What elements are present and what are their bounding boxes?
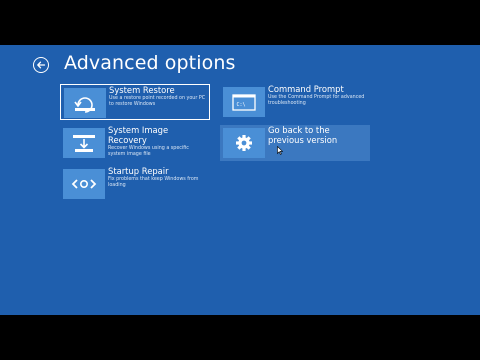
command-prompt-icon: C:\ (232, 94, 256, 111)
option-title: System Restore (109, 85, 175, 95)
startup-repair-icon (71, 179, 97, 189)
letterbox-bottom (0, 315, 480, 360)
back-button[interactable] (33, 57, 49, 73)
tile (63, 169, 105, 199)
tile: C:\ (223, 87, 265, 117)
option-go-back-previous-version[interactable]: Go back to the previous version (220, 125, 370, 161)
page-title: Advanced options (64, 52, 236, 74)
option-description: Recover Windows using a specific system … (108, 146, 189, 157)
option-title: Go back to the previous version (268, 125, 338, 145)
back-arrow-icon (37, 61, 46, 69)
gear-icon (236, 135, 252, 151)
option-startup-repair[interactable]: Startup Repair Fix problems that keep Wi… (60, 166, 210, 202)
option-system-restore[interactable]: System Restore Use a restore point recor… (60, 84, 210, 120)
system-image-recovery-icon (73, 135, 95, 152)
advanced-options-screen: Advanced options System Restore Use a re… (0, 45, 480, 315)
letterbox-top (0, 0, 480, 45)
tile (64, 88, 106, 118)
option-description: Use the Command Prompt for advanced trou… (268, 95, 365, 106)
option-title: Startup Repair (108, 166, 169, 176)
option-title: System Image Recovery (108, 125, 169, 145)
mouse-cursor-icon (277, 146, 283, 155)
tile (63, 128, 105, 158)
svg-text:C:\: C:\ (237, 102, 246, 108)
option-title: Command Prompt (268, 84, 344, 94)
option-system-image-recovery[interactable]: System Image Recovery Recover Windows us… (60, 125, 210, 161)
option-description: Fix problems that keep Windows from load… (108, 177, 199, 188)
option-description: Use a restore point recorded on your PC … (109, 96, 206, 107)
tile (223, 128, 265, 158)
system-restore-icon (74, 97, 95, 113)
option-command-prompt[interactable]: C:\ Command Prompt Use the Command Promp… (220, 84, 370, 120)
